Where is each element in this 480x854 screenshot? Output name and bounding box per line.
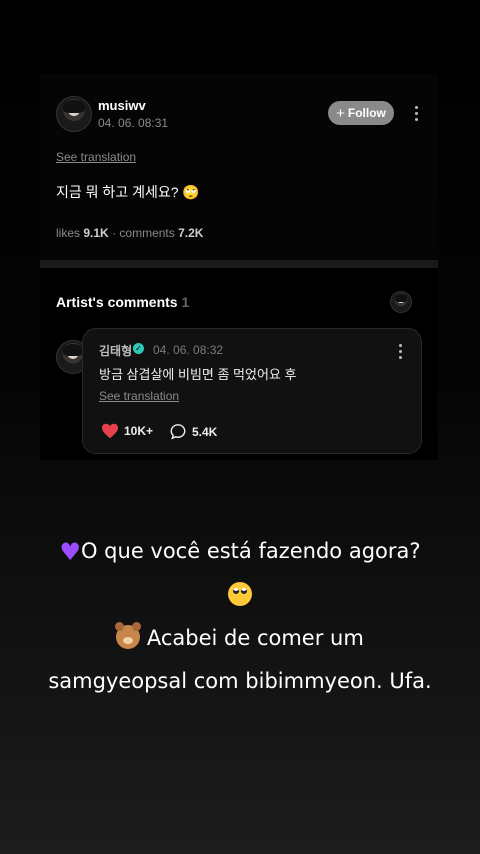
author-username[interactable]: musiwv — [98, 98, 146, 113]
comment-date: 04. 06. 08:32 — [153, 343, 224, 357]
caption-line-3: Acabei de comer um — [0, 617, 480, 660]
like-button[interactable]: 10K+ — [101, 423, 153, 439]
artist-comments-title: Artist's comments 1 — [56, 294, 189, 310]
post-card: musiwv 04. 06. 08:31 + Follow See transl… — [40, 74, 438, 460]
post: musiwv 04. 06. 08:31 + Follow See transl… — [40, 74, 438, 260]
author-avatar[interactable] — [56, 96, 92, 132]
see-translation-link[interactable]: See translation — [56, 150, 136, 164]
kebab-icon[interactable] — [415, 106, 419, 121]
follow-button[interactable]: + Follow — [328, 101, 394, 125]
see-translation-link[interactable]: See translation — [99, 389, 179, 403]
like-count: 10K+ — [124, 424, 154, 438]
post-stats: likes 9.1K · comments 7.2K — [56, 226, 203, 240]
likes-label: likes — [56, 226, 81, 240]
section-divider — [40, 260, 438, 268]
reply-button[interactable]: 5.4K — [169, 423, 217, 440]
likes-count: 9.1K — [83, 226, 109, 240]
bear-emoji — [115, 622, 142, 649]
comment-text: 방금 삼겹살에 비빔면 좀 먹었어요 후 — [99, 367, 297, 382]
translation-caption: ♥O que você está fazendo agora? Acabei d… — [0, 530, 480, 703]
eye-roll-emoji — [228, 582, 252, 606]
kebab-icon[interactable] — [399, 344, 403, 359]
caption-line-4: samgyeopsal com bibimmyeon. Ufa. — [48, 669, 432, 693]
artist-comment: 김태형 ✓ 04. 06. 08:32 방금 삼겹살에 비빔면 좀 먹었어요 후… — [82, 328, 422, 454]
caption-answer-1: Acabei de comer um — [146, 626, 364, 650]
artist-comments-count: 1 — [181, 294, 190, 310]
comment-bubble-icon — [170, 424, 186, 440]
artist-comments-label: Artist's comments — [56, 294, 178, 310]
post-text: 지금 뭐 하고 계세요? 🙄 — [56, 184, 200, 200]
follow-label: Follow — [347, 106, 386, 120]
comments-label: comments — [119, 226, 175, 240]
comments-count: 7.2K — [178, 226, 204, 240]
caption-question: O que você está fazendo agora? — [80, 539, 421, 563]
artist-avatar-small[interactable] — [390, 291, 412, 313]
caption-line-1: ♥O que você está fazendo agora? — [0, 530, 480, 574]
plus-icon: + — [336, 104, 345, 122]
verified-icon: ✓ — [133, 343, 144, 354]
comment-author-name[interactable]: 김태형 — [99, 342, 132, 359]
reply-count: 5.4K — [192, 424, 218, 439]
purple-heart-emoji: ♥ — [59, 538, 81, 566]
heart-icon — [102, 423, 118, 439]
caption-line-2 — [0, 574, 480, 617]
post-date: 04. 06. 08:31 — [98, 116, 169, 130]
